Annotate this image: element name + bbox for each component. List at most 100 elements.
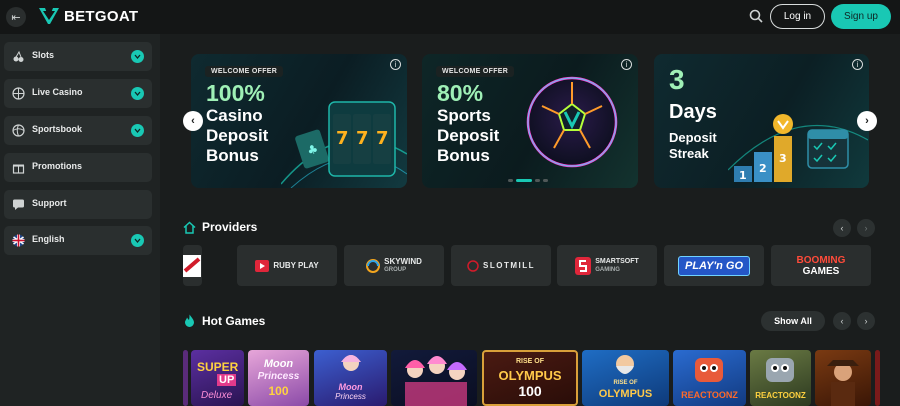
providers-heading: Providers (202, 220, 258, 234)
offer-badge: WELCOME OFFER (205, 66, 284, 77)
game-tile-western[interactable] (815, 350, 871, 406)
info-icon[interactable]: i (621, 59, 632, 70)
svg-text:7: 7 (356, 128, 369, 149)
signup-button[interactable]: Sign up (831, 4, 891, 29)
carousel-dot[interactable] (543, 179, 548, 182)
top-bar: ⇤ BETGOAT Log in Sign up (0, 0, 900, 34)
providers-next-button[interactable]: › (857, 219, 875, 237)
provider-tile-smartsoft[interactable]: SMARTSOFT GAMING (557, 245, 657, 286)
slotmill-logo-icon (467, 259, 479, 272)
banner-line: Bonus (206, 146, 259, 165)
game-tile-reactoonz[interactable]: REACTOONZ (673, 350, 746, 406)
login-button[interactable]: Log in (770, 4, 825, 29)
game-title: Deluxe (201, 390, 233, 401)
provider-name: SKYWIND (384, 256, 422, 266)
banner-line: Bonus (437, 146, 490, 165)
gift-icon (12, 164, 25, 174)
providers-prev-button[interactable]: ‹ (833, 219, 851, 237)
game-title: REACTOONZ (755, 391, 806, 400)
banner-line: Deposit (206, 126, 269, 145)
flame-icon (185, 314, 194, 327)
chevron-down-icon[interactable] (131, 234, 144, 247)
carousel-dot[interactable] (516, 179, 532, 182)
banner-line: Deposit (437, 126, 500, 145)
game-title: 100 (518, 383, 542, 399)
carousel-prev-button[interactable]: ‹ (183, 111, 203, 131)
carousel-dot[interactable] (508, 179, 513, 182)
casino-bonus-banner[interactable]: ♣ 7 7 7 WELCOME OFFER 100% Casino Deposi… (191, 54, 407, 188)
game-tile-super-up[interactable]: SUPER UP Deluxe (191, 350, 244, 406)
search-icon[interactable] (748, 8, 764, 24)
banner-line: Casino (206, 106, 263, 125)
svg-text:7: 7 (336, 128, 349, 149)
sidebar-item-label: Support (32, 198, 67, 208)
games-next-button[interactable]: › (857, 312, 875, 330)
alien-character-icon (766, 358, 794, 382)
banner-line: Days (669, 101, 717, 123)
svg-text:7: 7 (376, 128, 389, 149)
sidebar-item-live-casino[interactable]: Live Casino (4, 79, 152, 108)
game-title: OLYMPUS (598, 388, 653, 400)
provider-tile-skywind[interactable]: SKYWIND GROUP (344, 245, 444, 286)
game-tile-moon-princess-100[interactable]: Moon Princess 100 (248, 350, 309, 406)
sidebar-item-sportsbook[interactable]: Sportsbook (4, 116, 152, 145)
cherries-icon (13, 50, 24, 62)
sidebar-item-support[interactable]: Support (4, 190, 152, 219)
carousel-next-button[interactable]: › (857, 111, 877, 131)
games-prev-button[interactable]: ‹ (833, 312, 851, 330)
game-tile-rise-of-olympus-100[interactable]: RISE OF OLYMPUS 100 (482, 350, 578, 406)
sidebar-item-language[interactable]: English (4, 226, 152, 255)
banner-line: Sports (437, 106, 491, 125)
game-title: Moon (338, 382, 363, 392)
character-art-icon (827, 360, 859, 406)
banner-subline: Streak (669, 146, 709, 161)
hot-games-heading: Hot Games (202, 314, 266, 328)
sports-bonus-banner[interactable]: WELCOME OFFER 80% Sports Deposit Bonus i (422, 54, 638, 188)
sidebar-item-slots[interactable]: Slots (4, 42, 152, 71)
info-icon[interactable]: i (390, 59, 401, 70)
chevron-down-icon[interactable] (131, 50, 144, 63)
sidebar-item-label: Live Casino (32, 87, 83, 97)
brand-logo[interactable]: BETGOAT (38, 6, 138, 26)
provider-subname: GROUP (384, 266, 407, 273)
info-icon[interactable]: i (852, 59, 863, 70)
provider-tile-rubyplay[interactable]: RUBY PLAY (237, 245, 337, 286)
show-all-button[interactable]: Show All (761, 311, 825, 331)
provider-tile-partial[interactable] (183, 245, 202, 286)
carousel-dot[interactable] (535, 179, 540, 182)
game-tile-partial[interactable] (183, 350, 188, 406)
sidebar-item-promotions[interactable]: Promotions (4, 153, 152, 182)
provider-tile-playngo[interactable]: PLAY'n GO (664, 245, 764, 286)
smartsoft-logo-icon (575, 256, 592, 275)
deposit-streak-banner[interactable]: 1 2 3 3 Days Deposit Streak i (654, 54, 869, 188)
goat-logo-icon (39, 8, 59, 24)
sidebar: Slots Live Casino Sportsbook Promotions … (0, 34, 160, 406)
provider-name: SLOTMILL (483, 261, 535, 270)
game-title: Princess (335, 392, 366, 401)
menu-toggle-icon[interactable]: ⇤ (6, 7, 26, 27)
game-tile-reactoonz-2[interactable]: REACTOONZ (750, 350, 811, 406)
home-icon (183, 221, 196, 234)
streak-number: 3 (669, 64, 685, 95)
game-title: OLYMPUS (498, 368, 562, 383)
character-art-icon (405, 356, 467, 406)
game-title: Moon (263, 358, 294, 370)
provider-tile-booming[interactable]: BOOMING GAMES (771, 245, 871, 286)
game-tile-rise-of-olympus[interactable]: RISE OF OLYMPUS (582, 350, 669, 406)
bonus-percent: 80% (437, 80, 484, 106)
provider-tile-slotmill[interactable]: SLOTMILL (451, 245, 551, 286)
character-art-icon (341, 355, 361, 371)
game-tile-anime-girls[interactable] (391, 350, 477, 406)
alien-character-icon (695, 358, 723, 382)
game-title: Princess (257, 371, 300, 382)
chevron-down-icon[interactable] (131, 87, 144, 100)
streak-podium-icon: 1 2 3 (728, 114, 868, 182)
chevron-down-icon[interactable] (131, 124, 144, 137)
provider-name: RUBY PLAY (273, 261, 319, 270)
game-tile-partial[interactable] (875, 350, 880, 406)
chat-icon (13, 199, 24, 210)
game-tile-moon-princess[interactable]: Moon Princess (314, 350, 387, 406)
sidebar-item-label: Promotions (32, 161, 83, 171)
uk-flag-icon (12, 234, 25, 247)
sidebar-item-label: Slots (32, 50, 55, 60)
